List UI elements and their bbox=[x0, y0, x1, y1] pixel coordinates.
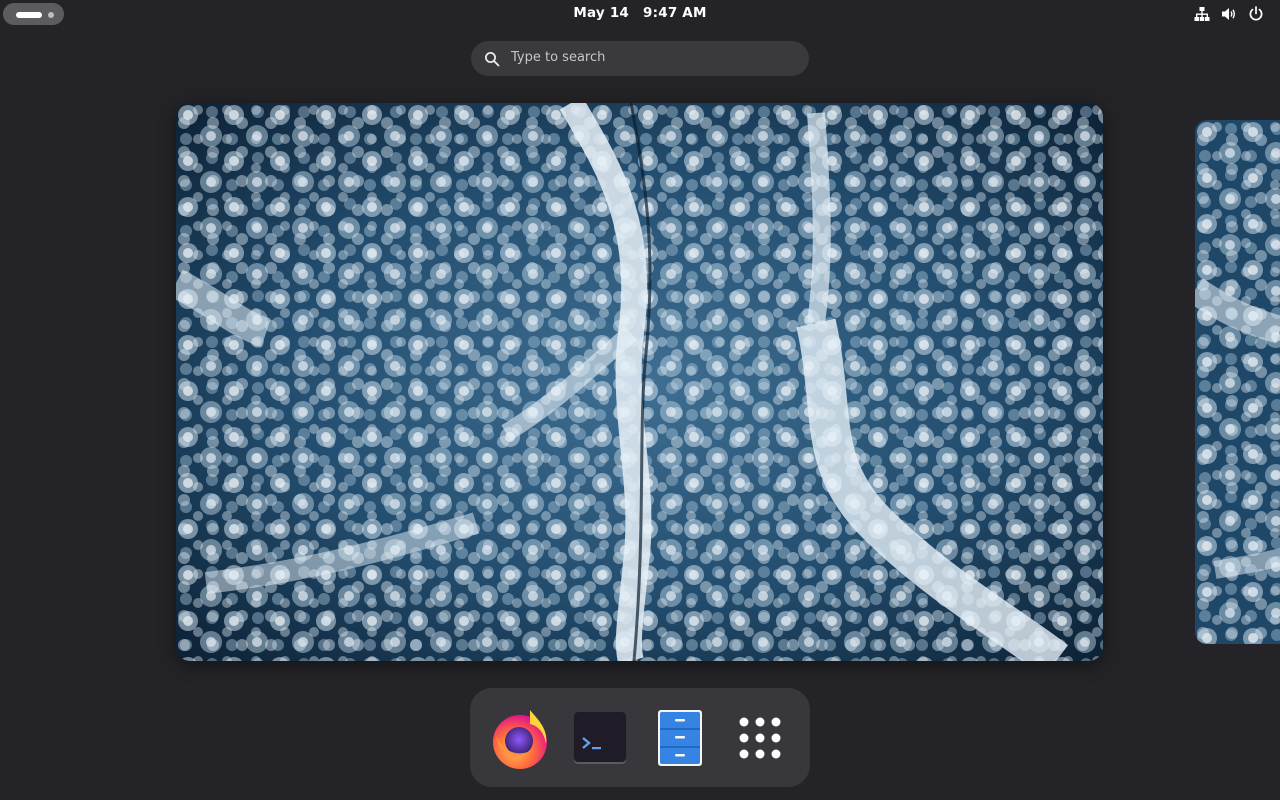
active-workspace-indicator bbox=[16, 12, 42, 18]
network-wired-icon[interactable] bbox=[1194, 6, 1210, 22]
workspace-thumbnail-next[interactable] bbox=[1195, 120, 1280, 644]
firefox-icon[interactable] bbox=[488, 706, 552, 770]
snowy-forest-wallpaper bbox=[176, 103, 1103, 661]
dash-dock bbox=[470, 688, 810, 787]
search-entry[interactable]: Type to search bbox=[471, 41, 809, 76]
date-label: May 14 bbox=[573, 5, 630, 21]
workspace-thumbnail-active[interactable] bbox=[176, 103, 1103, 661]
search-placeholder: Type to search bbox=[511, 50, 606, 65]
terminal-icon[interactable] bbox=[568, 706, 632, 770]
snowy-forest-wallpaper bbox=[1195, 120, 1280, 644]
power-icon[interactable] bbox=[1248, 6, 1264, 22]
file-cabinet-icon[interactable] bbox=[648, 706, 712, 770]
volume-icon[interactable] bbox=[1221, 6, 1237, 22]
app-grid-icon[interactable] bbox=[728, 706, 792, 770]
activities-button[interactable] bbox=[3, 3, 64, 25]
time-label: 9:47 AM bbox=[643, 5, 707, 21]
search-icon bbox=[484, 51, 500, 67]
inactive-workspace-indicator bbox=[48, 12, 54, 18]
top-bar: May 14 9:47 AM bbox=[0, 0, 1280, 28]
clock-button[interactable]: May 14 9:47 AM bbox=[540, 5, 740, 23]
